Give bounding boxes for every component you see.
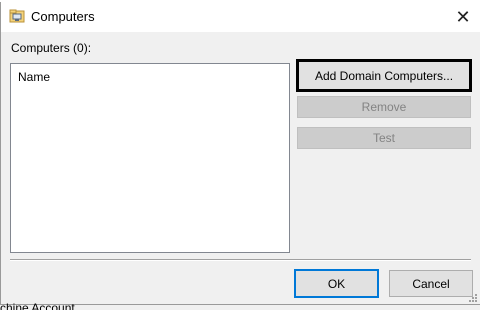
computers-count-label: Computers (0): xyxy=(11,41,92,55)
dialog-title: Computers xyxy=(31,9,95,24)
add-domain-computers-button[interactable]: Add Domain Computers... xyxy=(296,59,472,92)
close-button[interactable]: ✕ xyxy=(452,6,474,28)
ok-button[interactable]: OK xyxy=(294,269,379,298)
title-bar: Computers ✕ xyxy=(1,2,480,32)
resize-grip-icon[interactable] xyxy=(467,292,477,302)
computers-listbox[interactable]: Name xyxy=(10,63,290,253)
background-window-text: chine Account xyxy=(0,301,75,310)
cancel-button[interactable]: Cancel xyxy=(389,270,473,297)
footer-separator xyxy=(10,259,471,261)
computers-dialog: Computers ✕ Computers (0): Name Add Doma… xyxy=(0,2,480,305)
remove-button[interactable]: Remove xyxy=(297,96,471,118)
list-column-header-name: Name xyxy=(18,70,51,84)
computer-folder-icon xyxy=(9,8,25,24)
close-icon: ✕ xyxy=(455,6,471,27)
test-button[interactable]: Test xyxy=(297,127,471,149)
